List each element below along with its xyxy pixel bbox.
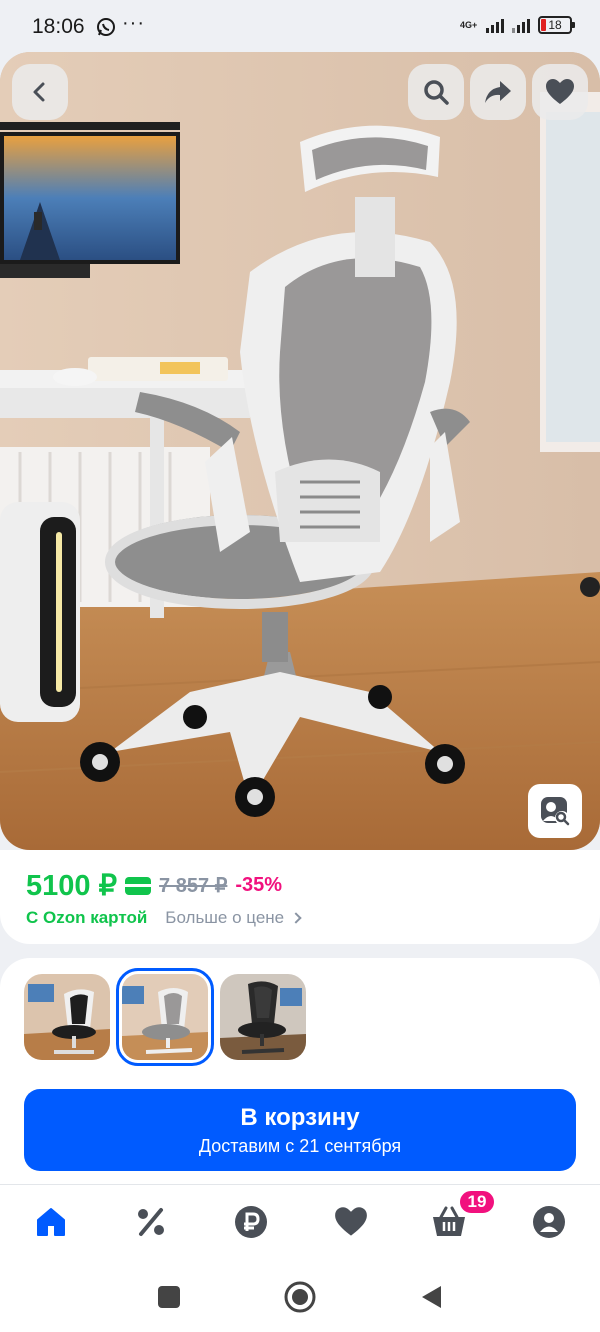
chevron-left-icon <box>33 82 45 102</box>
tab-finance[interactable] <box>226 1199 276 1245</box>
thumbnail-image <box>122 974 208 1060</box>
old-price: 7 857 ₽ <box>159 875 228 897</box>
tab-discounts[interactable] <box>126 1199 176 1245</box>
battery-icon: 18 <box>538 16 575 34</box>
current-price: 5100 ₽ <box>26 870 118 902</box>
tab-home[interactable] <box>26 1199 76 1245</box>
tab-profile[interactable] <box>524 1199 574 1245</box>
gallery-thumbnails <box>24 968 306 1066</box>
thumbnail[interactable] <box>220 974 306 1060</box>
price-card[interactable]: 5100 ₽ 7 857 ₽ -35% С Ozon картой Больше… <box>0 850 600 944</box>
signal-icon <box>486 17 504 33</box>
product-photo <box>0 52 600 850</box>
status-bar: 18:06 ··· 4G+ 18 <box>0 0 600 52</box>
battery-level: 18 <box>548 18 562 32</box>
heart-icon <box>335 1207 367 1236</box>
discount-badge: -35% <box>235 874 283 896</box>
home-system-button[interactable] <box>283 1280 317 1314</box>
status-time: 18:06 <box>32 15 85 38</box>
ruble-icon <box>235 1206 267 1238</box>
price-row: 5100 ₽ 7 857 ₽ -35% <box>26 868 282 903</box>
cart-count-badge: 19 <box>458 1189 496 1215</box>
home-icon <box>37 1208 65 1236</box>
product-image[interactable] <box>0 52 600 850</box>
percent-icon <box>138 1208 164 1236</box>
search-icon <box>424 80 449 105</box>
delivery-date: Доставим с 21 сентября <box>198 1135 402 1156</box>
recents-button[interactable] <box>152 1280 186 1314</box>
tab-favorites[interactable] <box>326 1199 376 1245</box>
system-navigation <box>0 1260 600 1332</box>
circle-icon <box>284 1281 316 1313</box>
similar-search-button[interactable] <box>528 784 582 838</box>
thumbnail-image <box>220 974 306 1060</box>
favorite-button[interactable] <box>532 64 588 120</box>
ozon-card-label: С Ozon картой <box>26 908 148 927</box>
network-type: 4G+ <box>460 19 478 30</box>
status-more-indicator: ··· <box>122 12 145 34</box>
thumbnail-image <box>24 974 110 1060</box>
purchase-panel: В корзину Доставим с 21 сентября <box>0 958 600 1184</box>
more-price-link[interactable]: Больше о цене <box>165 908 284 928</box>
share-icon <box>485 81 511 103</box>
back-system-button[interactable] <box>414 1280 448 1314</box>
thumbnail[interactable] <box>24 974 110 1060</box>
signal-icon-2 <box>512 17 530 33</box>
bottom-tab-bar: 19 <box>0 1184 600 1260</box>
image-search-icon <box>541 797 570 826</box>
add-to-cart-button[interactable]: В корзину Доставим с 21 сентября <box>24 1089 576 1171</box>
thumbnail-selected[interactable] <box>116 968 214 1066</box>
square-icon <box>158 1286 180 1308</box>
ozon-card-icon <box>125 876 152 895</box>
price-details[interactable]: С Ozon картой Больше о цене <box>26 908 302 928</box>
back-button[interactable] <box>12 64 68 120</box>
triangle-back-icon <box>422 1286 441 1308</box>
add-to-cart-label: В корзину <box>240 1103 360 1131</box>
search-button[interactable] <box>408 64 464 120</box>
heart-icon <box>546 79 574 104</box>
chevron-right-icon <box>290 912 302 924</box>
whatsapp-icon <box>97 18 115 36</box>
share-button[interactable] <box>470 64 526 120</box>
profile-icon <box>533 1206 565 1238</box>
